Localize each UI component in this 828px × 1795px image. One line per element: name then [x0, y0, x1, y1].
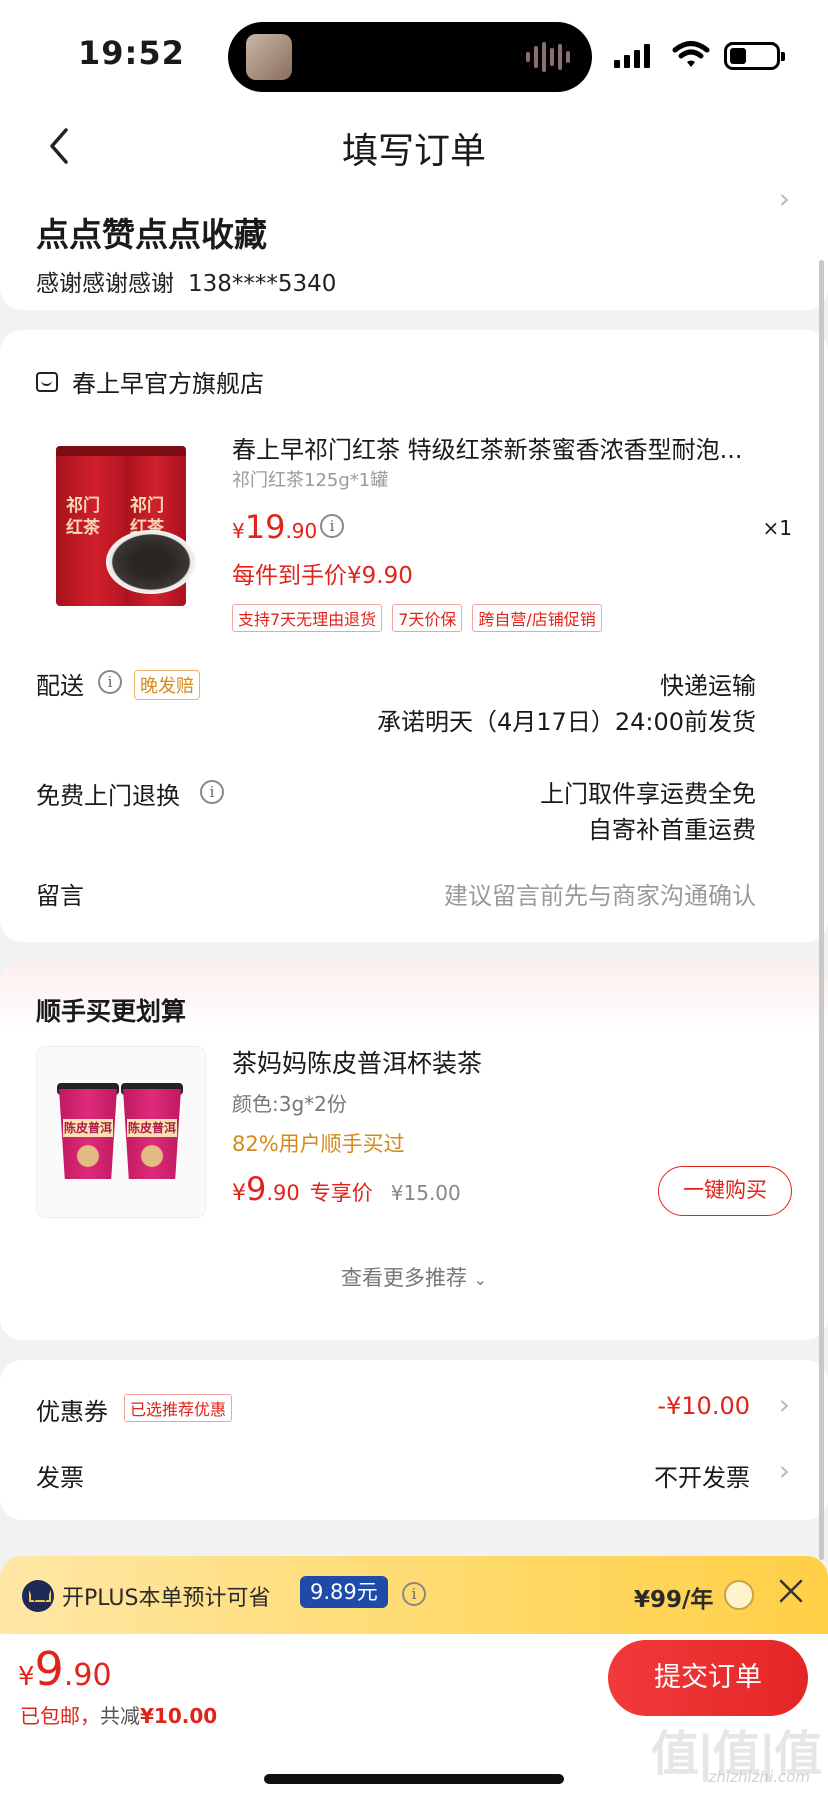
dynamic-island[interactable] [228, 22, 592, 92]
coupon-value[interactable]: -¥10.00 [657, 1392, 750, 1420]
coupon-label: 优惠券 [36, 1398, 108, 1426]
product-price: ¥ 19 .90 [232, 508, 318, 546]
tea-leaves-image [106, 530, 196, 594]
return-service-label: 免费上门退换 [36, 782, 180, 810]
plus-membership-bar[interactable]: 开PLUS本单预计可省 9.89元 i ¥99/年 [0, 1556, 828, 1634]
product-spec: 祁门红茶125g*1罐 [232, 470, 389, 491]
tea-cup: 陈皮普洱 [123, 1089, 181, 1179]
receiver-contact-name: 感谢感谢感谢 [36, 271, 174, 297]
submit-order-button[interactable]: 提交订单 [608, 1640, 808, 1716]
invoice-value[interactable]: 不开发票 [654, 1458, 750, 1493]
return-info-icon[interactable]: i [200, 780, 224, 804]
original-price: ¥15.00 [390, 1181, 461, 1205]
battery-icon [724, 42, 785, 70]
plus-save-amount: 9.89元 [300, 1576, 388, 1608]
product-image[interactable]: 祁门 红茶 祁门 红茶 [40, 430, 200, 610]
plus-logo-icon [22, 1580, 54, 1612]
total-price: ¥ 9 .90 [18, 1642, 112, 1696]
scrollbar[interactable] [819, 260, 824, 1560]
plus-price: ¥99/年 [634, 1587, 714, 1613]
delivery-info-icon[interactable]: i [98, 670, 122, 694]
chevron-down-icon: ⌄ [473, 1270, 488, 1289]
home-indicator[interactable] [264, 1774, 564, 1784]
recommend-product-name[interactable]: 茶妈妈陈皮普洱杯装茶 [232, 1044, 482, 1080]
tea-cup: 陈皮普洱 [59, 1089, 117, 1179]
late-compensation-tag: 晚发赔 [134, 670, 200, 700]
recommend-price: ¥ 9 .90 专享价 ¥15.00 [232, 1170, 461, 1208]
cellular-signal-icon [614, 44, 650, 68]
wifi-icon [672, 41, 710, 67]
now-playing-thumbnail [246, 34, 292, 80]
recommend-card: 顺手买更划算 陈皮普洱 陈皮普洱 茶妈妈陈皮普洱杯装茶 颜色:3g*2份 82%… [0, 962, 828, 1340]
audio-wave-icon [526, 40, 570, 74]
status-bar: 19:52 [0, 0, 828, 104]
delivery-method[interactable]: 快递运输 [660, 666, 756, 701]
discount-amount: ¥10.00 [140, 1704, 218, 1728]
price-info-icon[interactable]: i [320, 514, 344, 538]
navigation-bar: 填写订单 [0, 104, 828, 188]
free-shipping-text: 已包邮， [20, 1704, 100, 1728]
recommend-product-image[interactable]: 陈皮普洱 陈皮普洱 [36, 1046, 206, 1218]
watermark-url: zhizhizhi.com [708, 1768, 810, 1786]
return-service-line2: 自寄补首重运费 [588, 816, 756, 844]
see-more-label: 查看更多推荐 [340, 1266, 467, 1290]
delivery-label: 配送 [36, 672, 84, 700]
message-input[interactable]: 建议留言前先与商家沟通确认 [444, 876, 756, 911]
status-time: 19:52 [78, 34, 185, 72]
shop-header[interactable]: 春上早官方旗舰店 [36, 364, 264, 399]
message-label: 留言 [36, 882, 84, 910]
product-title[interactable]: 春上早祁门红茶 特级红茶新茶蜜香浓香型耐泡... [232, 430, 788, 465]
discount-prefix: 共减 [100, 1704, 140, 1728]
coupon-selected-tag: 已选推荐优惠 [124, 1394, 233, 1422]
shipping-discount-summary: 已包邮，共减¥10.00 [20, 1700, 217, 1729]
one-click-buy-button[interactable]: 一键购买 [658, 1166, 792, 1216]
service-tags: 支持7天无理由退货 7天价保 跨自营/店铺促销 [232, 604, 602, 632]
delivery-promise: 承诺明天（4月17日）24:00前发货 [377, 708, 756, 736]
close-icon[interactable] [776, 1576, 806, 1606]
chevron-right-icon: › [778, 182, 790, 215]
receiver-name: 点点赞点点收藏 [36, 215, 267, 254]
checkout-bar: ¥ 9 .90 已包邮，共减¥10.00 提交订单 值|值|值 zhizhizh… [0, 1634, 828, 1795]
service-tag: 支持7天无理由退货 [232, 604, 383, 632]
service-tag: 7天价保 [392, 604, 463, 632]
receiver-contact: 感谢感谢感谢 138****5340 [36, 264, 336, 298]
chevron-right-icon: › [778, 1388, 790, 1421]
address-card[interactable]: 点点赞点点收藏 感谢感谢感谢 138****5340 › [0, 182, 828, 310]
shop-name: 春上早官方旗舰店 [72, 370, 264, 398]
return-service-line1: 上门取件享运费全免 [540, 780, 756, 808]
order-card: 春上早官方旗舰店 祁门 红茶 祁门 红茶 春上早祁门红茶 特级红茶新茶蜜香浓香型耐泡… [0, 330, 828, 942]
plus-select-radio[interactable] [724, 1580, 754, 1610]
plus-promo-text: 开PLUS本单预计可省 [62, 1586, 271, 1611]
exclusive-price-label: 专享价 [309, 1181, 373, 1205]
receiver-phone: 138****5340 [188, 271, 337, 297]
plus-info-icon[interactable]: i [402, 1582, 426, 1606]
shop-icon [36, 371, 58, 392]
recommend-bought-rate: 82%用户顺手买过 [232, 1132, 405, 1156]
recommend-product-spec: 颜色:3g*2份 [232, 1092, 347, 1116]
invoice-label: 发票 [36, 1464, 84, 1492]
recommend-title: 顺手买更划算 [36, 997, 187, 1026]
service-tag: 跨自营/店铺促销 [472, 604, 602, 632]
product-quantity: ×1 [762, 516, 792, 540]
each-price: 每件到手价¥9.90 [232, 563, 413, 589]
chevron-right-icon: › [778, 1454, 790, 1487]
page-title: 填写订单 [341, 131, 486, 172]
coupon-invoice-card: 优惠券 已选推荐优惠 -¥10.00 › 发票 不开发票 › [0, 1360, 828, 1520]
see-more-recommend[interactable]: 查看更多推荐 ⌄ [0, 1262, 828, 1292]
